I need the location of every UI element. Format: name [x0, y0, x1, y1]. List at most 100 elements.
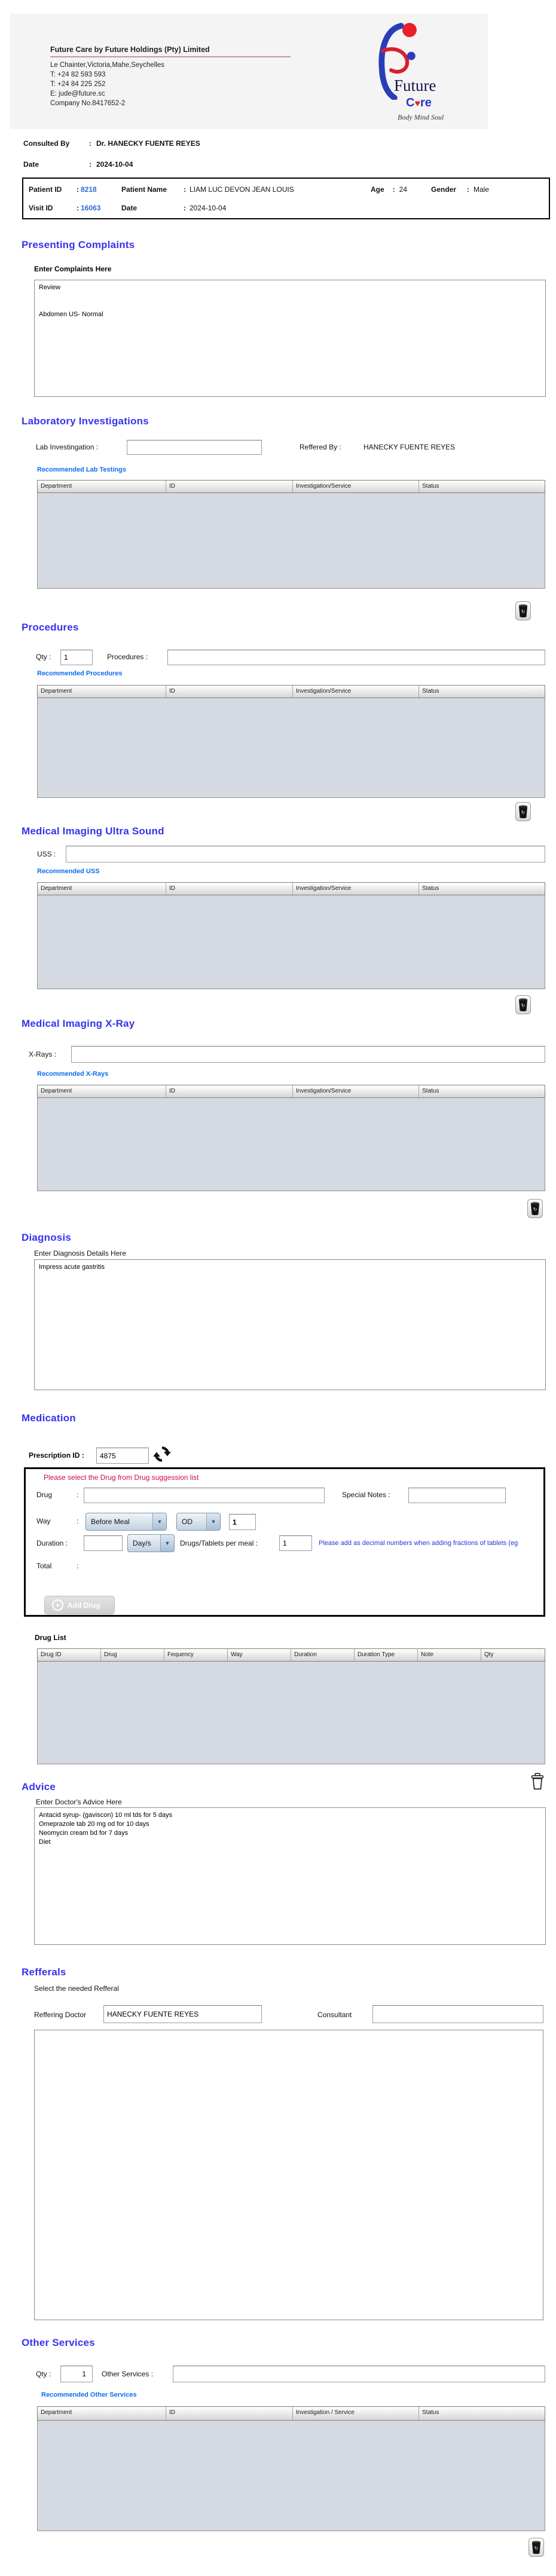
patient-gender-group: Gender: Male [431, 185, 490, 194]
drug-label: Drug [36, 1491, 53, 1499]
duration-label: Duration : [36, 1539, 68, 1547]
consultant-label: Consultant [317, 2011, 352, 2019]
per-meal-input[interactable] [279, 1535, 312, 1551]
diagnosis-field-label: Enter Diagnosis Details Here [34, 1249, 127, 1258]
gender-label: Gender [431, 185, 457, 194]
trash-recycle-icon: ↻ [518, 998, 528, 1011]
company-no-line: Company No.8417652-2 [50, 100, 126, 107]
chevron-down-icon: ▼ [152, 1513, 166, 1530]
other-services-input[interactable] [173, 2366, 545, 2382]
xray-input[interactable] [71, 1046, 545, 1063]
advice-textarea[interactable]: Antacid syrup- (gaviscon) 10 ml tds for … [34, 1807, 546, 1945]
drug-suggestion-alert: Please select the Drug from Drug suggess… [44, 1473, 199, 1482]
consultant-input[interactable] [372, 2005, 543, 2023]
logo-wordmark: Future [394, 77, 436, 94]
lab-table-header: Department ID Investigation/Service Status [37, 480, 545, 493]
complaints-textarea[interactable]: Review Abdomen US- Normal [34, 280, 546, 397]
duration-unit-select[interactable]: Day/s ▼ [127, 1534, 175, 1552]
trash-outline-icon [531, 1773, 543, 1790]
other-services-table: Department ID Investigation / Service Statu… [37, 2406, 545, 2531]
other-services-clear-button[interactable]: ↻ [528, 2538, 544, 2557]
prescription-refresh-button[interactable] [153, 1445, 171, 1466]
lab-investigation-input[interactable] [127, 440, 262, 455]
section-title-other-services: Other Services [22, 2337, 95, 2348]
uss-table: Department ID Investigation/Service Status [37, 882, 545, 989]
svg-text:↻: ↻ [521, 810, 526, 815]
uss-table-body[interactable] [37, 895, 545, 989]
add-drug-button[interactable]: + Add Drug [44, 1596, 115, 1614]
drug-list-table-body[interactable] [37, 1662, 545, 1764]
uss-input[interactable] [66, 846, 545, 862]
uss-clear-button[interactable]: ↻ [515, 995, 531, 1014]
consulted-by-label: Consulted By [23, 139, 70, 148]
other-services-table-body[interactable] [37, 2421, 545, 2531]
consult-date-label: Date [23, 160, 39, 169]
procedures-qty-input[interactable] [60, 650, 93, 665]
lab-clear-button[interactable]: ↻ [515, 601, 531, 620]
xray-input-label: X-Rays : [29, 1050, 57, 1058]
section-title-advice: Advice [22, 1781, 56, 1792]
duration-input[interactable] [84, 1535, 123, 1551]
advice-field-label: Enter Doctor's Advice Here [36, 1798, 122, 1806]
xray-clear-button[interactable]: ↻ [527, 1199, 543, 1218]
way-qty-input[interactable] [229, 1514, 256, 1530]
referring-doctor-input[interactable] [103, 2005, 262, 2023]
xray-table-body[interactable] [37, 1098, 545, 1191]
procedures-input[interactable] [167, 650, 545, 665]
fractions-info-note: Please add as decimal numbers when addin… [319, 1540, 518, 1547]
procedures-clear-button[interactable]: ↻ [515, 802, 531, 821]
recommended-uss-link: Recommended USS [37, 868, 100, 875]
plus-icon: + [52, 1599, 63, 1611]
patient-id-value: 8218 [81, 185, 97, 194]
trash-recycle-icon: ↻ [530, 1202, 540, 1215]
recommended-procedures-link: Recommended Procedures [37, 670, 123, 677]
lab-referred-value: HANECKY FUENTE REYES [363, 443, 456, 451]
drug-list-table: Drug ID Drug Fequency Way Duration Duration T… [37, 1648, 545, 1764]
special-notes-input[interactable] [408, 1488, 506, 1503]
lab-table-body[interactable] [37, 493, 545, 589]
recommended-other-link: Recommended Other Services [41, 2391, 137, 2398]
meal-timing-select[interactable]: Before Meal ▼ [85, 1513, 167, 1531]
age-label: Age [371, 185, 384, 194]
logo-care-word: C♥re [406, 96, 432, 109]
referral-list-box[interactable] [34, 2030, 543, 2320]
svg-text:↻: ↻ [521, 609, 526, 614]
procedures-input-label: Procedures : [107, 653, 148, 661]
future-care-logo: Future C♥re Body Mind Soul [363, 20, 476, 127]
svg-text:↻: ↻ [534, 2546, 539, 2551]
procedures-table-header: Department ID Investigation/Service Status [37, 685, 545, 698]
recommended-xray-link: Recommended X-Rays [37, 1070, 109, 1078]
lab-input-label: Lab Investingation : [36, 443, 99, 451]
drug-input[interactable] [84, 1488, 325, 1503]
email-line: E: jude@future.sc [50, 90, 105, 97]
trash-recycle-icon: ↻ [518, 604, 528, 617]
patient-id-group: Patient ID:8218 [29, 185, 97, 194]
drug-list-table-header: Drug ID Drug Fequency Way Duration Duration T… [37, 1648, 545, 1662]
consult-date-row: Date:2024-10-04 [23, 160, 133, 169]
section-title-xray: Medical Imaging X-Ray [22, 1018, 135, 1029]
other-qty-input[interactable] [60, 2366, 93, 2382]
drug-list-label: Drug List [35, 1633, 66, 1642]
section-title-laboratory: Laboratory Investigations [22, 415, 149, 427]
procedures-table: Department ID Investigation/Service Status [37, 685, 545, 798]
per-meal-label: Drugs/Tablets per meal : [180, 1539, 258, 1547]
gender-value: Male [473, 185, 490, 194]
frequency-select[interactable]: OD ▼ [176, 1513, 221, 1531]
total-label: Total [36, 1562, 52, 1570]
lab-table: Department ID Investigation/Service Status [37, 480, 545, 589]
prescription-id-input[interactable] [96, 1448, 149, 1464]
section-title-referrals: Refferals [22, 1966, 66, 1978]
consulted-by-value: Dr. HANECKY FUENTE REYES [96, 139, 200, 148]
procedures-table-body[interactable] [37, 698, 545, 798]
visit-date-group: Date:2024-10-04 [121, 204, 227, 212]
phone-line-2: T: +24 84 225 252 [50, 81, 106, 88]
advice-clear-button[interactable] [528, 1770, 546, 1792]
diagnosis-textarea[interactable]: Impress acute gastritis [34, 1259, 546, 1390]
age-value: 24 [399, 185, 408, 194]
lab-referred-label: Reffered By : [300, 443, 341, 451]
trash-recycle-icon: ↻ [518, 805, 528, 818]
procedures-qty-label: Qty : [36, 653, 51, 661]
section-title-ultrasound: Medical Imaging Ultra Sound [22, 825, 164, 837]
section-title-procedures: Procedures [22, 622, 79, 633]
patient-name-label: Patient Name [121, 185, 167, 194]
